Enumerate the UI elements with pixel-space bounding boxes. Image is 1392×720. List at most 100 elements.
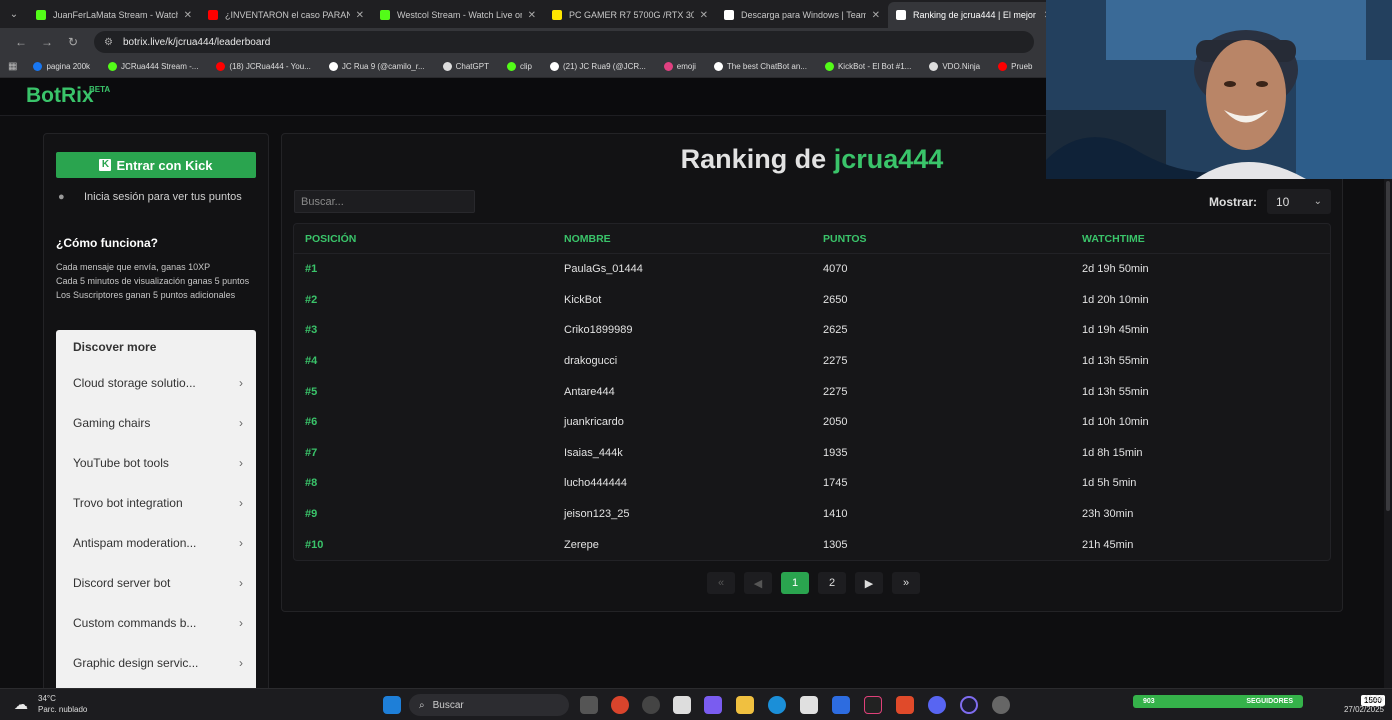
bookmark-item[interactable]: (21) JC Rua9 (@JCR...: [549, 62, 646, 71]
page-1-button[interactable]: 1: [781, 572, 809, 594]
settings-icon[interactable]: [992, 696, 1010, 714]
kick-button-label: Entrar con Kick: [116, 157, 213, 173]
app-icon[interactable]: [673, 696, 691, 714]
tiktok-icon[interactable]: [864, 696, 882, 714]
discover-item[interactable]: Trovo bot integration ›: [73, 496, 243, 510]
botrix-logo[interactable]: BotRix BETA: [26, 84, 110, 108]
discover-more-title: Discover more: [73, 340, 157, 354]
tab-title: JuanFerLaMata Stream - Watch: [53, 10, 178, 20]
start-menu-icon[interactable]: [383, 696, 401, 714]
row-watchtime: 1d 13h 55min: [1082, 385, 1149, 398]
previous-page-icon[interactable]: ◀: [744, 572, 772, 594]
bookmark-item[interactable]: VDO.Ninja: [929, 62, 980, 71]
rows-per-page-select[interactable]: 10 ⌄: [1267, 189, 1331, 214]
followers-current: 903: [1143, 698, 1155, 705]
row-points: 1745: [823, 477, 848, 490]
discover-item[interactable]: Discord server bot ›: [73, 576, 243, 590]
weather-widget[interactable]: ☁ 34°C Parc. nublado: [14, 693, 87, 715]
file-explorer-icon[interactable]: [736, 696, 754, 714]
bookmark-item[interactable]: ChatGPT: [442, 62, 489, 71]
bookmark-item[interactable]: Prueb: [998, 62, 1033, 71]
bookmark-item[interactable]: JC Rua 9 (@camilo_r...: [328, 62, 425, 71]
user-icon: ●: [58, 191, 65, 203]
column-header-points[interactable]: PUNTOS: [812, 233, 1071, 245]
kick-logo-icon: K: [99, 159, 112, 171]
taskbar-clock[interactable]: 11:56 27/02/2025: [1344, 693, 1384, 715]
bookmark-item[interactable]: emoji: [663, 62, 696, 71]
taskbar-search[interactable]: ⌕ Buscar: [409, 694, 569, 716]
webcam-overlay: [1046, 0, 1392, 179]
close-icon[interactable]: ✕: [356, 10, 364, 21]
tab-favicon-icon: [552, 10, 562, 20]
store-icon[interactable]: [800, 696, 818, 714]
bookmark-item[interactable]: clip: [506, 62, 532, 71]
discover-item-label: Graphic design servic...: [73, 656, 199, 670]
column-header-watchtime[interactable]: WATCHTIME: [1071, 233, 1330, 245]
browser-tab[interactable]: ¿INVENTARON el caso PARANOR ✕: [200, 2, 372, 28]
edge-icon[interactable]: [768, 696, 786, 714]
browser-tab[interactable]: Descarga para Windows | Team ✕: [716, 2, 888, 28]
row-position: #4: [305, 355, 318, 368]
first-page-icon[interactable]: «: [707, 572, 735, 594]
task-view-icon[interactable]: [580, 696, 598, 714]
row-position: #10: [305, 538, 324, 551]
reload-icon[interactable]: ↻: [60, 35, 86, 49]
how-line: Cada mensaje que envía, ganas 10XP: [56, 262, 211, 272]
bookmark-item[interactable]: (18) JCRua444 - You...: [216, 62, 311, 71]
bookmark-item[interactable]: JCRua444 Stream -...: [108, 62, 198, 71]
bookmark-item[interactable]: pagina 200k: [33, 62, 90, 71]
apps-grid-icon[interactable]: ▦: [8, 61, 17, 72]
next-page-icon[interactable]: ▶: [855, 572, 883, 594]
forward-icon[interactable]: →: [34, 35, 60, 49]
discover-item[interactable]: YouTube bot tools ›: [73, 456, 243, 470]
row-points: 2050: [823, 416, 848, 429]
chevron-right-icon: ›: [239, 576, 243, 590]
close-icon[interactable]: ✕: [700, 10, 708, 21]
chrome-icon[interactable]: [611, 696, 629, 714]
browser-tab[interactable]: JuanFerLaMata Stream - Watch ✕: [28, 2, 200, 28]
discover-item[interactable]: Gaming chairs ›: [73, 416, 243, 430]
close-icon[interactable]: ✕: [184, 10, 192, 21]
browser-tab[interactable]: PC GAMER R7 5700G /RTX 3050 ✕: [544, 2, 716, 28]
last-page-icon[interactable]: »: [892, 572, 920, 594]
table-row: #5 Antare444 2275 1d 13h 55min: [294, 376, 1330, 407]
row-watchtime: 21h 45min: [1082, 538, 1134, 551]
discover-item[interactable]: Cloud storage solutio... ›: [73, 376, 243, 390]
chevron-right-icon: ›: [239, 416, 243, 430]
clock-date: 27/02/2025: [1343, 705, 1384, 714]
app-icon[interactable]: [642, 696, 660, 714]
search-input[interactable]: Buscar...: [294, 190, 475, 213]
discord-icon[interactable]: [928, 696, 946, 714]
row-position: #8: [305, 477, 318, 490]
bookmark-item[interactable]: KickBot - El Bot #1...: [824, 62, 911, 71]
discover-item[interactable]: Graphic design servic... ›: [73, 656, 243, 670]
title-username: jcrua444: [833, 144, 944, 174]
column-header-name[interactable]: NOMBRE: [553, 233, 812, 245]
bookmark-item[interactable]: The best ChatBot an...: [713, 62, 807, 71]
bookmark-favicon-icon: [33, 62, 43, 71]
tab-title: Ranking de jcrua444 | El mejor: [913, 10, 1036, 20]
site-info-icon[interactable]: ⚙: [104, 37, 113, 48]
page-scrollbar-thumb[interactable]: [1386, 181, 1390, 511]
app-icon[interactable]: [960, 696, 978, 714]
browser-tab[interactable]: Ranking de jcrua444 | El mejor✕: [888, 2, 1060, 28]
back-icon[interactable]: ←: [8, 35, 34, 49]
browser-tab[interactable]: Westcol Stream - Watch Live on ✕: [372, 2, 544, 28]
copilot-icon[interactable]: [704, 696, 722, 714]
brave-icon[interactable]: [896, 696, 914, 714]
discover-item[interactable]: Antispam moderation... ›: [73, 536, 243, 550]
close-icon[interactable]: ✕: [872, 10, 880, 21]
tab-search-icon[interactable]: ⌄: [0, 0, 28, 28]
url-field[interactable]: ⚙ botrix.live/k/jcrua444/leaderboard: [94, 31, 1034, 53]
table-row: #10 Zerepe 1305 21h 45min: [294, 529, 1330, 560]
table-row: #3 Criko1899989 2625 1d 19h 45min: [294, 315, 1330, 346]
row-position: #7: [305, 446, 318, 459]
discover-item[interactable]: Custom commands b... ›: [73, 616, 243, 630]
column-header-position[interactable]: POSICIÓN: [294, 233, 553, 245]
bookmark-label: VDO.Ninja: [942, 62, 981, 71]
login-with-kick-button[interactable]: K Entrar con Kick: [56, 152, 256, 178]
discover-item-label: Trovo bot integration: [73, 496, 183, 510]
page-2-button[interactable]: 2: [818, 572, 846, 594]
close-icon[interactable]: ✕: [528, 10, 536, 21]
app-icon[interactable]: [832, 696, 850, 714]
